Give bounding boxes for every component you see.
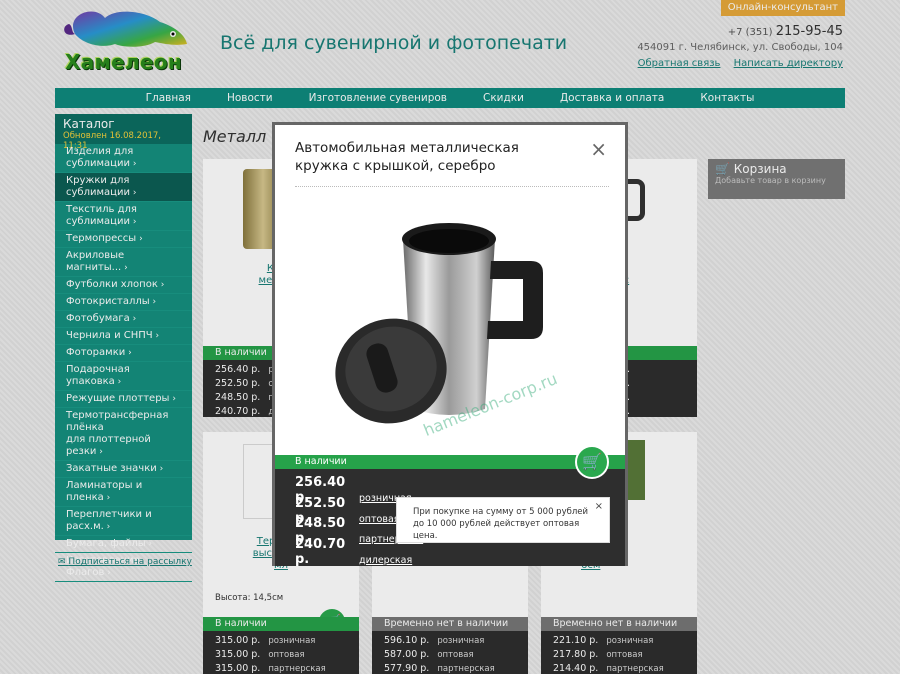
add-to-cart-button[interactable]: 🛒 [575, 445, 609, 479]
product-modal: Автомобильная металлическая кружка с кры… [272, 122, 628, 567]
modal-stock-status: В наличии [275, 455, 625, 469]
price-tooltip: При покупке на сумму от 5 000 рублей до … [396, 497, 610, 543]
modal-title: Автомобильная металлическая кружка с кры… [295, 140, 519, 174]
cart-icon: 🛒 [582, 452, 602, 471]
price-row-retail: 256.40 р. розничная [295, 475, 412, 505]
price-type-link[interactable]: дилерская [359, 555, 412, 566]
divider [295, 186, 609, 187]
tooltip-text: При покупке на сумму от 5 000 рублей до … [413, 507, 589, 541]
tooltip-close-icon[interactable]: × [595, 501, 603, 513]
travel-mug-image [335, 223, 543, 424]
product-image[interactable] [295, 209, 609, 443]
close-icon[interactable]: × [590, 137, 607, 161]
